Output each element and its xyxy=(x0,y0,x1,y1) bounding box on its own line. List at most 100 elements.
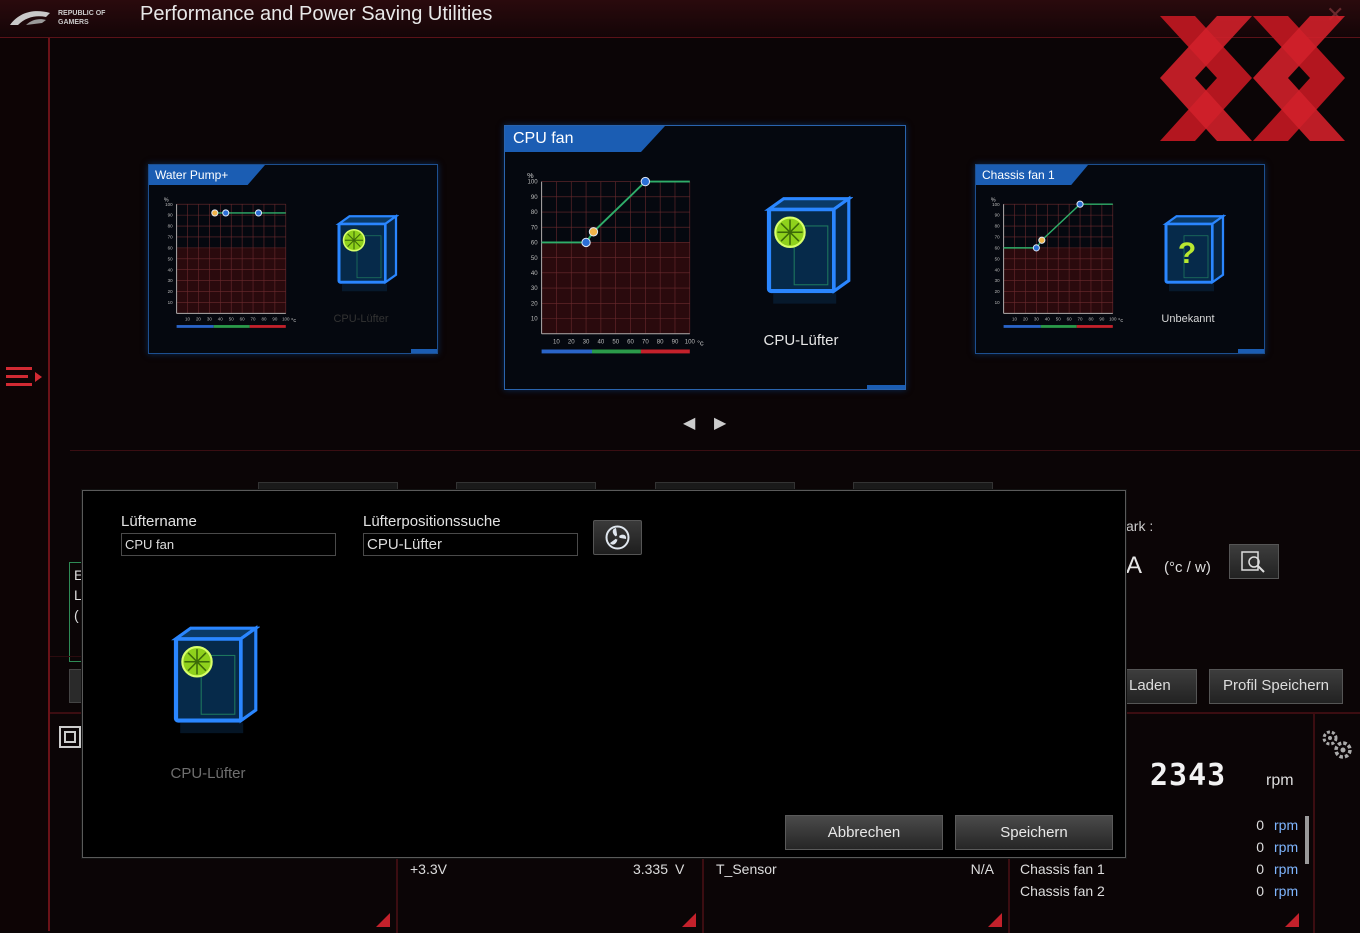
panel-corner-indicator[interactable] xyxy=(988,913,1002,927)
fan-position-input[interactable] xyxy=(363,533,578,556)
panel-corner-indicator[interactable] xyxy=(1285,913,1299,927)
chart-y-tick-label: 10 xyxy=(531,316,538,323)
tab-stub[interactable] xyxy=(456,482,596,490)
chart-x-tick-label: 30 xyxy=(207,317,212,322)
fan-unit: rpm xyxy=(1274,817,1299,833)
carousel-prev-icon[interactable]: ◀ xyxy=(683,413,697,432)
fan-speed-unit: rpm xyxy=(1266,772,1294,789)
save-button[interactable]: Speichern xyxy=(955,815,1113,850)
fan-name-label: Lüftername xyxy=(121,513,197,530)
save-profile-button[interactable]: Profil Speichern xyxy=(1209,669,1343,704)
chart-x-unit: °c xyxy=(697,338,704,347)
card-corner xyxy=(867,385,905,389)
fan-card-water-pump[interactable]: Water Pump+ 100 90 80 70 60 50 40 30 20 10% 10 20 30… xyxy=(148,164,438,354)
chart-x-tick-label: 20 xyxy=(568,338,575,345)
tab-stub[interactable] xyxy=(258,482,398,490)
temp-sensor-name: T_Sensor xyxy=(716,861,777,877)
left-sidebar xyxy=(0,38,50,931)
chart-x-unit: °c xyxy=(1118,318,1123,324)
background-button-stub[interactable] xyxy=(69,669,83,703)
fan-curve-point xyxy=(581,237,591,248)
chart-x-tick-label: 60 xyxy=(627,338,634,345)
chart-y-tick-label: 30 xyxy=(531,285,538,292)
chart-y-tick-label: 40 xyxy=(995,267,1000,272)
chart-x-tick-label: 40 xyxy=(218,317,223,322)
chart-y-tick-label: 10 xyxy=(995,300,1000,305)
chart-x-tick-label: 20 xyxy=(196,317,201,322)
chart-x-tick-label: 10 xyxy=(553,338,560,345)
fan-curve-point xyxy=(222,209,230,217)
fan-curve-chart[interactable]: 100 90 80 70 60 50 40 30 20 10% 10 20 30 40 50 60 70 80 90… xyxy=(157,193,297,333)
fan-value: 0 xyxy=(1256,839,1264,855)
chart-x-tick-label: 40 xyxy=(597,338,604,345)
pc-case-unknown-icon: ? xyxy=(1162,214,1226,292)
fan-curve-point xyxy=(1038,236,1046,244)
chart-y-tick-label: 10 xyxy=(168,300,173,305)
pc-case-fan-icon xyxy=(171,625,260,734)
tab-stub[interactable] xyxy=(655,482,795,490)
panel-corner-indicator[interactable] xyxy=(682,913,696,927)
case-reflection xyxy=(342,283,387,292)
chart-y-tick-label: 80 xyxy=(531,209,538,216)
menu-expand-icon[interactable] xyxy=(6,362,44,392)
fan-curve-point xyxy=(254,209,263,217)
fan-card-cpu-fan[interactable]: CPU fan 100 90 80 70 60 50 40 30 20 10% 10 20 30 40 50… xyxy=(504,125,906,390)
fan-rename-dialog: Lüftername Lüfterpositionssuche CPU-Lüft… xyxy=(82,490,1126,858)
chart-y-tick-label: 70 xyxy=(995,235,1000,240)
cancel-button[interactable]: Abbrechen xyxy=(785,815,943,850)
voltage-value: 3.335 xyxy=(632,861,668,877)
tab-stub[interactable] xyxy=(853,482,993,490)
fan-curve-chart[interactable]: 100 90 80 70 60 50 40 30 20 10% 10 20 30 40 50 60 70 80 90… xyxy=(984,193,1124,333)
card-corner xyxy=(411,349,437,353)
unknown-glyph: ? xyxy=(1178,237,1196,270)
scrollbar[interactable] xyxy=(1305,816,1309,864)
settings-gear-icon[interactable] xyxy=(1320,728,1354,762)
chart-x-tick-label: 90 xyxy=(1099,317,1104,322)
thermal-unit: (°c / w) xyxy=(1164,559,1211,576)
stub-letter: ( xyxy=(74,607,79,623)
chart-y-tick-label: 20 xyxy=(168,289,173,294)
window-toggle-icon[interactable] xyxy=(59,726,81,748)
chart-x-tick-label: 100 xyxy=(282,317,290,322)
zoom-search-button[interactable] xyxy=(1229,544,1279,579)
fan-curve-point xyxy=(1076,200,1084,208)
fan-curve-point xyxy=(211,209,219,217)
load-profile-button[interactable]: Laden xyxy=(1126,669,1197,704)
fan-name-input[interactable] xyxy=(121,533,336,556)
chart-x-tick-label: 50 xyxy=(1056,317,1061,322)
chart-y-tick-label: 20 xyxy=(995,289,1000,294)
fan-position-scan-button[interactable] xyxy=(593,520,642,555)
temp-band-normal xyxy=(213,325,250,328)
chart-y-unit: % xyxy=(991,198,996,204)
chart-x-tick-label: 80 xyxy=(657,338,664,345)
chart-y-tick-label: 60 xyxy=(531,240,538,247)
fan-value: 0 xyxy=(1256,861,1264,877)
chart-x-tick-label: 10 xyxy=(185,317,190,322)
fan-value: 0 xyxy=(1256,817,1264,833)
voltage-name: +3.3V xyxy=(410,861,447,877)
title-bar: REPUBLIC OF GAMERS Performance and Power… xyxy=(0,0,1360,38)
fan-card-chassis-fan-1[interactable]: Chassis fan 1 100 90 80 70 60 50 40 30 20 10% 10 20… xyxy=(975,164,1265,354)
chart-x-tick-label: 10 xyxy=(1012,317,1017,322)
fan-preview-label: CPU-Lüfter xyxy=(170,765,246,782)
fan-name: Chassis fan 1 xyxy=(1020,861,1105,877)
fan-curve-point xyxy=(588,227,599,237)
temp-band-hot xyxy=(640,349,690,354)
case-side xyxy=(239,625,258,724)
chart-x-tick-label: 30 xyxy=(583,338,590,345)
fan-curve-chart[interactable]: 100 90 80 70 60 50 40 30 20 10% 10 20 30 40 50 60 70 80 90… xyxy=(515,166,705,361)
chart-y-tick-label: 30 xyxy=(995,278,1000,283)
chart-y-tick-label: 50 xyxy=(168,256,173,261)
stub-letter: L xyxy=(74,587,82,603)
watermark-logo xyxy=(1160,16,1345,141)
chart-y-tick-label: 90 xyxy=(168,213,173,218)
chart-x-tick-label: 60 xyxy=(240,317,245,322)
chart-x-tick-label: 90 xyxy=(272,317,277,322)
case-reflection xyxy=(773,293,837,304)
brand-line2: GAMERS xyxy=(58,19,89,26)
card-corner xyxy=(1238,349,1264,353)
carousel-next-icon[interactable]: ▶ xyxy=(714,413,728,432)
thermal-value: A xyxy=(1126,552,1143,579)
pc-case-fan-icon xyxy=(764,195,853,304)
chart-x-tick-label: 40 xyxy=(1045,317,1050,322)
